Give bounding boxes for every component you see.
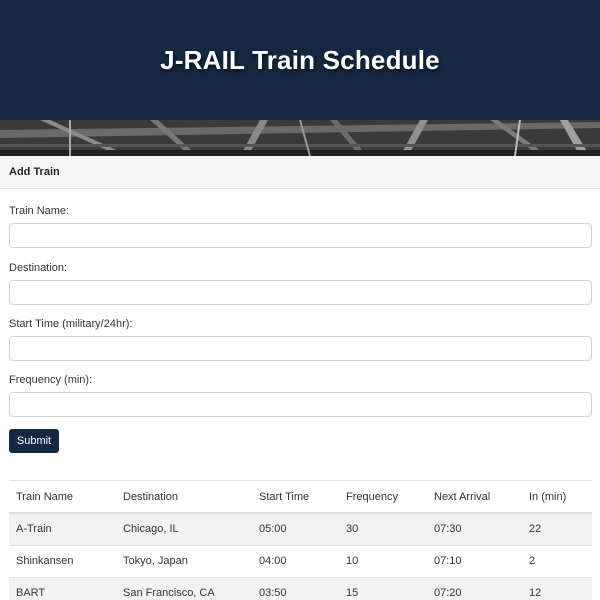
destination-label: Destination: [9, 262, 68, 274]
start-time-cell: 04:00 [252, 544, 339, 577]
banner-graphic [0, 120, 600, 156]
next-arrival-cell: 07:30 [427, 512, 522, 545]
column-header-start-time[interactable]: Start Time [252, 481, 339, 514]
table-row: BART San Francisco, CA 03:50 15 07:20 12 [9, 576, 592, 600]
minutes-away-cell: 12 [522, 576, 592, 600]
train-name-cell: BART [9, 576, 116, 600]
add-train-header: Add Train [0, 156, 600, 189]
destination-cell: Chicago, IL [116, 512, 252, 545]
train-name-label: Train Name: [9, 205, 70, 217]
start-time-cell: 05:00 [252, 512, 339, 545]
column-header-destination[interactable]: Destination [116, 481, 252, 514]
page-title: J-RAIL Train Schedule [160, 44, 440, 75]
table-row: A-Train Chicago, IL 05:00 30 07:30 22 [9, 512, 592, 545]
start-time-cell: 03:50 [252, 576, 339, 600]
column-header-next-arrival[interactable]: Next Arrival [427, 481, 522, 514]
frequency-cell: 15 [339, 576, 427, 600]
train-schedule-table: Train Name Destination Start Time Freque… [9, 480, 592, 600]
column-header-minutes-away[interactable]: In (min) [522, 481, 592, 514]
destination-cell: Tokyo, Japan [116, 544, 252, 577]
column-header-frequency[interactable]: Frequency [339, 481, 427, 514]
table-row: Shinkansen Tokyo, Japan 04:00 10 07:10 2 [9, 544, 592, 577]
destination-input[interactable] [9, 280, 592, 305]
frequency-cell: 10 [339, 544, 427, 577]
frequency-input[interactable] [9, 392, 592, 417]
minutes-away-cell: 22 [522, 512, 592, 545]
train-name-cell: Shinkansen [9, 544, 116, 577]
train-name-cell: A-Train [9, 512, 116, 545]
column-header-train-name[interactable]: Train Name [9, 481, 116, 514]
destination-cell: San Francisco, CA [116, 576, 252, 600]
next-arrival-cell: 07:10 [427, 544, 522, 577]
add-train-title: Add Train [9, 166, 60, 178]
frequency-cell: 30 [339, 512, 427, 545]
table-header-row: Train Name Destination Start Time Freque… [9, 481, 592, 514]
train-station-banner-image [0, 120, 600, 156]
frequency-label: Frequency (min): [9, 374, 93, 386]
minutes-away-cell: 2 [522, 544, 592, 577]
train-name-input[interactable] [9, 223, 592, 248]
start-time-input[interactable] [9, 336, 592, 361]
submit-button[interactable]: Submit [9, 429, 59, 453]
start-time-label: Start Time (military/24hr): [9, 318, 133, 330]
next-arrival-cell: 07:20 [427, 576, 522, 600]
page-header: J-RAIL Train Schedule [0, 0, 600, 120]
